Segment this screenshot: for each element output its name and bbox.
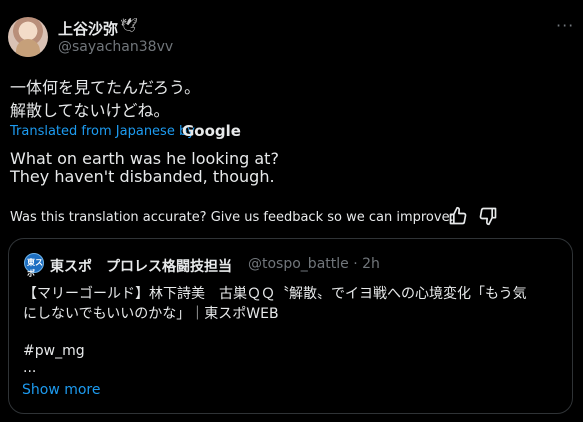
- author-handle[interactable]: @sayachan38vv: [58, 39, 173, 55]
- author-display-name[interactable]: 上谷沙弥: [58, 18, 118, 39]
- quoted-author-name[interactable]: 東スポ プロレス格闘技担当: [50, 256, 232, 276]
- quoted-author-handle-time[interactable]: @tospo_battle · 2h: [248, 256, 380, 272]
- translation-feedback-prompt: Was this translation accurate? Give us f…: [10, 210, 454, 225]
- more-options-icon[interactable]: ···: [556, 16, 574, 35]
- quoted-avatar-label: 東スポ: [27, 258, 43, 278]
- author-avatar[interactable]: [8, 17, 48, 57]
- quoted-ellipsis: ...: [23, 360, 37, 376]
- translation-line-1: What on earth was he looking at?: [10, 149, 279, 168]
- tweet-original-line-1: 一体何を見てたんだろう。: [10, 78, 201, 97]
- translated-from-label: Translated from Japanese by: [10, 124, 195, 139]
- quoted-text-line-2: にしないでもいいのかな」｜東スポWEB: [23, 306, 279, 322]
- quoted-hashtag[interactable]: #pw_mg: [23, 343, 85, 359]
- translation-line-2: They haven't disbanded, though.: [10, 167, 275, 186]
- tweet-original-line-2: 解散してないけどね。: [10, 101, 170, 120]
- quoted-text-line-1: 【マリーゴールド】林下詩美 古巣ＱＱ〝解散〟でイヨ戦への心境変化「もう気: [23, 286, 527, 302]
- thumbs-down-icon[interactable]: [478, 206, 498, 226]
- google-logo: Google: [182, 122, 241, 140]
- dove-icon: 🕊: [120, 18, 138, 34]
- thumbs-up-icon[interactable]: [448, 206, 468, 226]
- show-more-link[interactable]: Show more: [22, 382, 101, 398]
- quoted-author-avatar[interactable]: 東スポ: [24, 253, 44, 278]
